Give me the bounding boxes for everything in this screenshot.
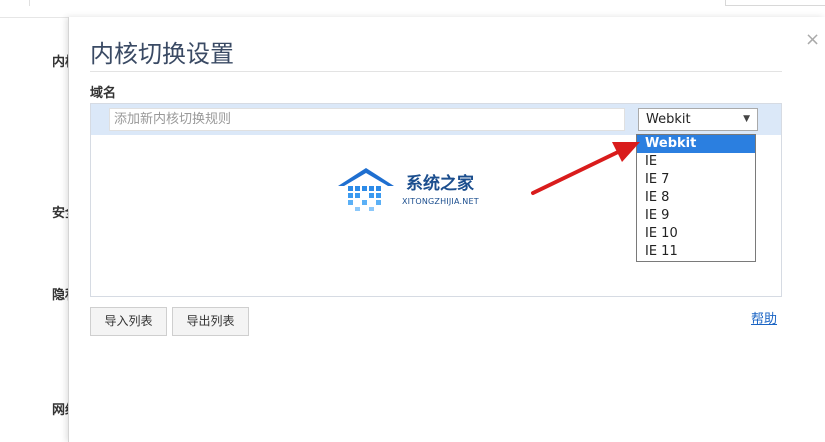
engine-option-ie10[interactable]: IE 10 (637, 225, 755, 243)
engine-dropdown-list: Webkit IE IE 7 IE 8 IE 9 IE 10 IE 11 (636, 134, 756, 262)
caret-down-icon: ▼ (743, 114, 750, 124)
new-rule-input[interactable] (109, 108, 625, 131)
watermark-logo: 系统之家 XITONGZHIJIA.NET (336, 164, 496, 224)
help-link[interactable]: 帮助 (751, 308, 777, 327)
side-label-security: 安全 (52, 206, 68, 221)
close-icon[interactable]: × (805, 29, 820, 50)
dialog-title: 内核切换设置 (90, 40, 234, 68)
side-label-network: 网络 (52, 403, 68, 418)
import-list-button[interactable]: 导入列表 (90, 307, 167, 336)
watermark-name: 系统之家 (406, 174, 474, 194)
export-list-button[interactable]: 导出列表 (172, 307, 249, 336)
engine-option-ie8[interactable]: IE 8 (637, 189, 755, 207)
house-logo-icon (338, 168, 394, 211)
side-label-privacy: 隐私 (52, 288, 68, 303)
engine-option-webkit[interactable]: Webkit (637, 135, 755, 153)
engine-select[interactable]: Webkit ▼ (638, 108, 758, 131)
engine-option-ie[interactable]: IE (637, 153, 755, 171)
engine-select-value: Webkit (646, 112, 691, 127)
background-left-box (0, 0, 30, 6)
side-label-kernel: 内核 (52, 55, 68, 70)
title-divider (90, 71, 782, 72)
domain-label: 域名 (90, 86, 117, 101)
watermark-domain: XITONGZHIJIA.NET (402, 197, 479, 206)
engine-option-ie9[interactable]: IE 9 (637, 207, 755, 225)
background-top-box (725, 0, 825, 6)
rules-panel-header: Webkit ▼ (91, 104, 781, 135)
engine-option-ie7[interactable]: IE 7 (637, 171, 755, 189)
engine-option-ie11[interactable]: IE 11 (637, 243, 755, 261)
